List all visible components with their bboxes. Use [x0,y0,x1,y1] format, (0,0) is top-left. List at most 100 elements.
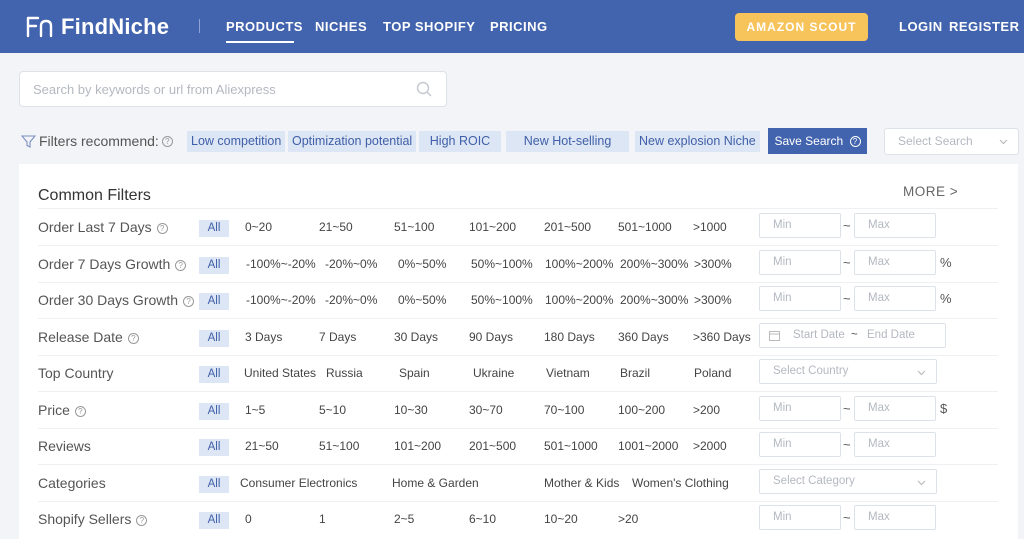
question-icon[interactable]: ? [156,222,168,234]
tag-optimization-potential[interactable]: Optimization potential [288,131,417,152]
filter-option[interactable]: 51~100 [394,220,434,234]
min-input[interactable]: Min [759,250,841,275]
all-option-top-country[interactable]: All [199,366,229,383]
all-option-release-date[interactable]: All [199,330,229,347]
all-option-price[interactable]: All [199,403,229,420]
filter-option[interactable]: >200 [693,403,720,417]
date-range-picker[interactable]: Start Date ~ End Date [759,323,946,348]
filter-option[interactable]: 200%~300% [620,293,688,307]
filter-option[interactable]: 1 [319,512,326,526]
select-top-country[interactable]: Select Country [759,359,937,384]
max-input[interactable]: Max [854,396,936,421]
filter-option[interactable]: United States [244,366,316,380]
select-search-dropdown[interactable]: Select Search [884,128,1019,155]
start-date-input[interactable]: Start Date [793,324,845,347]
max-input[interactable]: Max [854,505,936,530]
filter-option[interactable]: -20%~0% [325,257,377,271]
filter-option[interactable]: 5~10 [319,403,346,417]
filter-option[interactable]: Mother & Kids [544,476,619,490]
filter-option[interactable]: 21~50 [245,439,279,453]
filter-option[interactable]: -20%~0% [325,293,377,307]
filter-option[interactable]: 6~10 [469,512,496,526]
filter-option[interactable]: >2000 [693,439,727,453]
filter-option[interactable]: -100%~-20% [246,257,316,271]
max-input[interactable]: Max [854,286,936,311]
filter-option[interactable]: 21~50 [319,220,353,234]
tag-new-explosion-niche[interactable]: New explosion Niche [635,131,760,152]
filter-option[interactable]: Poland [694,366,731,380]
nav-pricing[interactable]: PRICING [490,19,548,34]
filter-option[interactable]: 201~500 [544,220,591,234]
tag-high-roic[interactable]: High ROIC [419,131,501,152]
all-option-order-last-7-days[interactable]: All [199,220,229,237]
nav-niches[interactable]: NICHES [315,19,367,34]
filter-option[interactable]: 101~200 [469,220,516,234]
filter-option[interactable]: Women's Clothing [632,476,729,490]
min-input[interactable]: Min [759,396,841,421]
filter-option[interactable]: 501~1000 [544,439,598,453]
tag-low-competition[interactable]: Low competition [187,131,286,152]
question-icon[interactable]: ? [183,295,195,307]
min-input[interactable]: Min [759,432,841,457]
nav-top-shopify[interactable]: TOP SHOPIFY [383,19,475,34]
filter-option[interactable]: 201~500 [469,439,516,453]
max-input[interactable]: Max [854,250,936,275]
amazon-scout-button[interactable]: AMAZON SCOUT [735,13,868,41]
filter-option[interactable]: 30~70 [469,403,503,417]
question-icon[interactable]: ? [74,405,86,417]
filter-option[interactable]: 100%~200% [545,257,613,271]
search-input[interactable] [20,72,400,106]
filter-option[interactable]: 10~30 [394,403,428,417]
select-categories[interactable]: Select Category [759,469,937,494]
filter-option[interactable]: 10~20 [544,512,578,526]
filter-option[interactable]: 2~5 [394,512,414,526]
filter-option[interactable]: 0~20 [245,220,272,234]
filter-option[interactable]: 0%~50% [398,257,446,271]
filter-option[interactable]: 50%~100% [471,257,533,271]
question-icon[interactable]: ? [175,259,187,271]
all-option-order-30-days-growth[interactable]: All [199,293,229,310]
min-input[interactable]: Min [759,286,841,311]
filter-option[interactable]: >360 Days [693,330,751,344]
filter-option[interactable]: 3 Days [245,330,282,344]
filter-option[interactable]: 1~5 [245,403,265,417]
all-option-order-7-days-growth[interactable]: All [199,257,229,274]
all-option-categories[interactable]: All [199,476,229,493]
tag-new-hot-selling[interactable]: New Hot-selling [506,131,629,152]
question-icon[interactable]: ? [136,514,148,526]
all-option-reviews[interactable]: All [199,439,229,456]
question-icon[interactable]: ? [127,332,139,344]
filter-option[interactable]: 7 Days [319,330,356,344]
filter-option[interactable]: 101~200 [394,439,441,453]
min-input[interactable]: Min [759,505,841,530]
filter-option[interactable]: 360 Days [618,330,669,344]
nav-products[interactable]: PRODUCTS [226,19,303,34]
filter-option[interactable]: >1000 [693,220,727,234]
filter-option[interactable]: 1001~2000 [618,439,678,453]
filter-option[interactable]: >300% [694,257,732,271]
filter-option[interactable]: Brazil [620,366,650,380]
more-link[interactable]: MORE > [903,184,958,199]
filter-option[interactable]: Consumer Electronics [240,476,357,490]
filter-option[interactable]: Spain [399,366,430,380]
filter-option[interactable]: Russia [326,366,363,380]
filter-option[interactable]: >20 [618,512,638,526]
all-option-shopify-sellers[interactable]: All [199,512,229,529]
filter-option[interactable]: 30 Days [394,330,438,344]
filter-option[interactable]: 50%~100% [471,293,533,307]
filter-option[interactable]: 501~1000 [618,220,672,234]
question-icon[interactable]: ? [161,135,173,147]
filter-option[interactable]: 70~100 [544,403,584,417]
filter-option[interactable]: 100%~200% [545,293,613,307]
filter-option[interactable]: 51~100 [319,439,359,453]
register-link[interactable]: REGISTER [949,19,1019,34]
save-search-button[interactable]: Save Search ? [768,128,867,154]
login-link[interactable]: LOGIN [899,19,943,34]
min-input[interactable]: Min [759,213,841,238]
filter-option[interactable]: 100~200 [618,403,665,417]
logo[interactable]: FindNiche [25,14,169,40]
filter-option[interactable]: -100%~-20% [246,293,316,307]
end-date-input[interactable]: End Date [867,324,915,347]
max-input[interactable]: Max [854,432,936,457]
max-input[interactable]: Max [854,213,936,238]
